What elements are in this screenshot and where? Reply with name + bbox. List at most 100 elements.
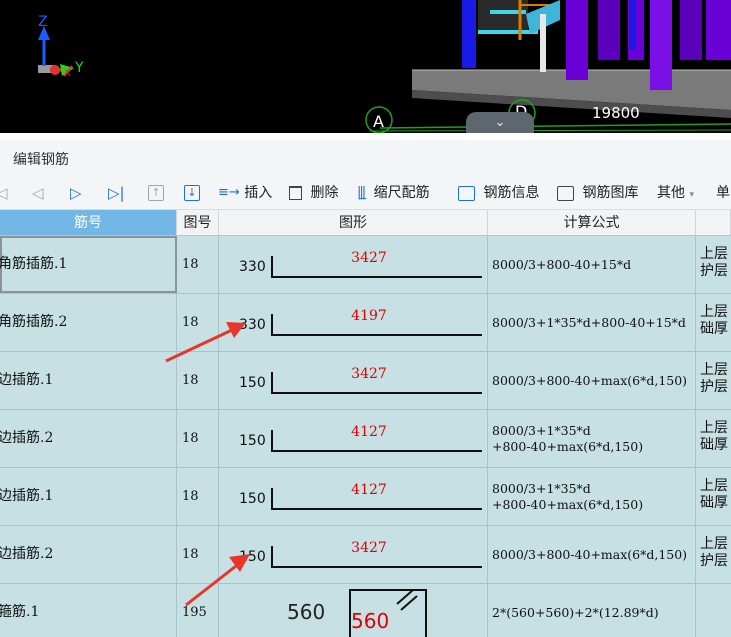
cell-shape[interactable]: 150 3427 bbox=[219, 526, 488, 583]
cell-formula[interactable]: 8000/3+1*35*d +800-40+max(6*d,150) bbox=[488, 468, 696, 525]
cell-shape[interactable]: 560 560 bbox=[219, 584, 488, 637]
cell-description[interactable]: 上层 础厚 bbox=[696, 294, 731, 351]
grid-dimension-label: 19800 bbox=[592, 104, 640, 122]
cell-shape[interactable]: 150 4127 bbox=[219, 468, 488, 525]
rebar-shape bbox=[271, 546, 482, 568]
other-label: 其他 bbox=[657, 185, 685, 201]
table-header: 筋号 图号 图形 计算公式 bbox=[0, 210, 731, 236]
formula-line-2: +800-40+max(6*d,150) bbox=[492, 438, 644, 454]
table-row[interactable]: 边插筋.1 18 150 3427 8000/3+800-40+max(6*d,150… bbox=[0, 352, 731, 410]
column-header-description[interactable] bbox=[696, 210, 731, 236]
table-row[interactable]: 角筋插筋.2 18 330 4197 8000/3+1*35*d+800-40+15*… bbox=[0, 294, 731, 352]
formula-text: 8000/3+800-40+max(6*d,150) bbox=[492, 546, 688, 562]
column-header-shape[interactable]: 图形 bbox=[219, 210, 488, 236]
library-icon bbox=[557, 185, 574, 201]
cell-formula[interactable]: 8000/3+1*35*d +800-40+max(6*d,150) bbox=[488, 410, 696, 467]
delete-label: 删除 bbox=[310, 185, 339, 201]
trash-icon bbox=[289, 186, 302, 200]
formula-line-1: 8000/3+1*35*d bbox=[492, 480, 591, 496]
column-header-figure[interactable]: 图号 bbox=[177, 210, 219, 236]
table-row[interactable]: 边插筋.2 18 150 4127 8000/3+1*35*d +800-40+max(… bbox=[0, 410, 731, 468]
formula-text: 8000/3+800-40+max(6*d,150) bbox=[492, 372, 688, 388]
shape-dim-inner: 560 bbox=[351, 609, 390, 633]
rebar-toolbar: ◁ ◁ ▷ ▷| ↑ ↓ ≡→ 插入 删除 |||̲ 缩尺配筋 钢筋信息 钢筋图… bbox=[0, 176, 731, 210]
cell-description[interactable]: 上层 础厚 bbox=[696, 468, 731, 525]
cell-name[interactable]: 边插筋.1 bbox=[0, 352, 177, 409]
cell-name[interactable]: 边插筋.1 bbox=[0, 468, 177, 525]
cell-shape[interactable]: 330 4197 bbox=[219, 294, 488, 351]
delete-button[interactable]: 删除 bbox=[289, 176, 338, 210]
dropdown-arrow-icon: ▾ bbox=[689, 190, 694, 200]
formula-text: 8000/3+1*35*d+800-40+15*d bbox=[492, 314, 686, 330]
cell-figure[interactable]: 195 bbox=[177, 584, 219, 637]
formula-line-2: +800-40+max(6*d,150) bbox=[492, 496, 644, 512]
cell-formula[interactable]: 8000/3+1*35*d+800-40+15*d bbox=[488, 294, 696, 351]
table-row[interactable]: 边插筋.2 18 150 3427 8000/3+800-40+max(6*d,150… bbox=[0, 526, 731, 584]
rebar-shape bbox=[271, 256, 482, 278]
move-down-icon[interactable]: ↓ bbox=[184, 176, 200, 210]
cell-description[interactable]: 上层 础厚 bbox=[696, 410, 731, 467]
table-row[interactable]: 角筋插筋.1 18 330 3427 8000/3+800-40+15*d 上层 护层 bbox=[0, 236, 731, 294]
cell-description[interactable] bbox=[696, 584, 731, 637]
move-up-icon[interactable]: ↑ bbox=[148, 176, 164, 210]
axis-y-label: Y bbox=[75, 60, 84, 76]
cell-name[interactable]: 边插筋.2 bbox=[0, 410, 177, 467]
rebar-info-label: 钢筋信息 bbox=[483, 185, 540, 201]
cell-shape[interactable]: 150 4127 bbox=[219, 410, 488, 467]
column-header-name[interactable]: 筋号 bbox=[0, 210, 177, 236]
cell-formula[interactable]: 8000/3+800-40+max(6*d,150) bbox=[488, 352, 696, 409]
cell-figure[interactable]: 18 bbox=[177, 294, 219, 351]
cell-formula[interactable]: 8000/3+800-40+15*d bbox=[488, 236, 696, 293]
formula-line-1: 8000/3+1*35*d bbox=[492, 422, 591, 438]
rebar-shape bbox=[271, 314, 482, 336]
rebar-library-label: 钢筋图库 bbox=[582, 185, 639, 201]
cell-figure[interactable]: 18 bbox=[177, 236, 219, 293]
chevron-down-icon: ⌄ bbox=[494, 115, 506, 130]
single-button[interactable]: 单 bbox=[716, 176, 730, 210]
rebar-shape bbox=[271, 372, 482, 394]
prev-record-icon[interactable]: ◁ bbox=[32, 176, 44, 210]
last-record-icon[interactable]: ▷| bbox=[108, 176, 125, 210]
rebar-shape bbox=[271, 488, 482, 510]
cell-name[interactable]: 角筋插筋.2 bbox=[0, 294, 177, 351]
table-row[interactable]: 边插筋.1 18 150 4127 8000/3+1*35*d +800-40+max(… bbox=[0, 468, 731, 526]
cell-name[interactable]: 边插筋.2 bbox=[0, 526, 177, 583]
column-header-formula[interactable]: 计算公式 bbox=[488, 210, 696, 236]
cell-figure[interactable]: 18 bbox=[177, 526, 219, 583]
formula-text: 2*(560+560)+2*(12.89*d) bbox=[492, 604, 659, 620]
rebar-table: 筋号 图号 图形 计算公式 角筋插筋.1 18 330 3427 8000/3+800… bbox=[0, 210, 731, 637]
bar-scale-icon: |||̲ bbox=[357, 185, 366, 200]
cell-formula[interactable]: 8000/3+800-40+max(6*d,150) bbox=[488, 526, 696, 583]
cell-figure[interactable]: 18 bbox=[177, 410, 219, 467]
first-record-icon[interactable]: ◁ bbox=[0, 176, 8, 210]
3d-viewport[interactable]: Z Y X A D 19800 ⌄ bbox=[0, 0, 731, 133]
other-menu[interactable]: 其他 ▾ bbox=[657, 176, 694, 210]
rebar-library-button[interactable]: 钢筋图库 bbox=[557, 176, 638, 210]
single-label: 单 bbox=[716, 185, 730, 201]
panel-title: 编辑钢筋 bbox=[13, 152, 69, 168]
cell-name[interactable]: 箍筋.1 bbox=[0, 584, 177, 637]
cell-description[interactable]: 上层 护层 bbox=[696, 236, 731, 293]
scale-config-label: 缩尺配筋 bbox=[373, 185, 430, 201]
scale-config-button[interactable]: |||̲ 缩尺配筋 bbox=[357, 176, 430, 210]
next-record-icon[interactable]: ▷ bbox=[70, 176, 82, 210]
table-row[interactable]: 箍筋.1 195 560 560 2*(560+560)+2*(12.89*d) bbox=[0, 584, 731, 637]
axis-z-label: Z bbox=[38, 14, 48, 30]
cell-description[interactable]: 上层 护层 bbox=[696, 526, 731, 583]
axis-x-label: X bbox=[64, 68, 71, 79]
panel-header: 编辑钢筋 bbox=[0, 140, 731, 176]
insert-button[interactable]: ≡→ 插入 bbox=[218, 176, 272, 210]
cell-shape[interactable]: 150 3427 bbox=[219, 352, 488, 409]
rebar-shape bbox=[271, 430, 482, 452]
cell-description[interactable]: 上层 护层 bbox=[696, 352, 731, 409]
insert-icon: ≡→ bbox=[218, 185, 240, 200]
rebar-info-button[interactable]: 钢筋信息 bbox=[458, 176, 539, 210]
cell-figure[interactable]: 18 bbox=[177, 468, 219, 525]
formula-text: 8000/3+800-40+15*d bbox=[492, 256, 632, 272]
cell-formula[interactable]: 2*(560+560)+2*(12.89*d) bbox=[488, 584, 696, 637]
collapse-panel-button[interactable]: ⌄ bbox=[466, 112, 534, 133]
cell-shape[interactable]: 330 3427 bbox=[219, 236, 488, 293]
info-list-icon bbox=[458, 185, 475, 201]
cell-name[interactable]: 角筋插筋.1 bbox=[0, 236, 177, 293]
cell-figure[interactable]: 18 bbox=[177, 352, 219, 409]
